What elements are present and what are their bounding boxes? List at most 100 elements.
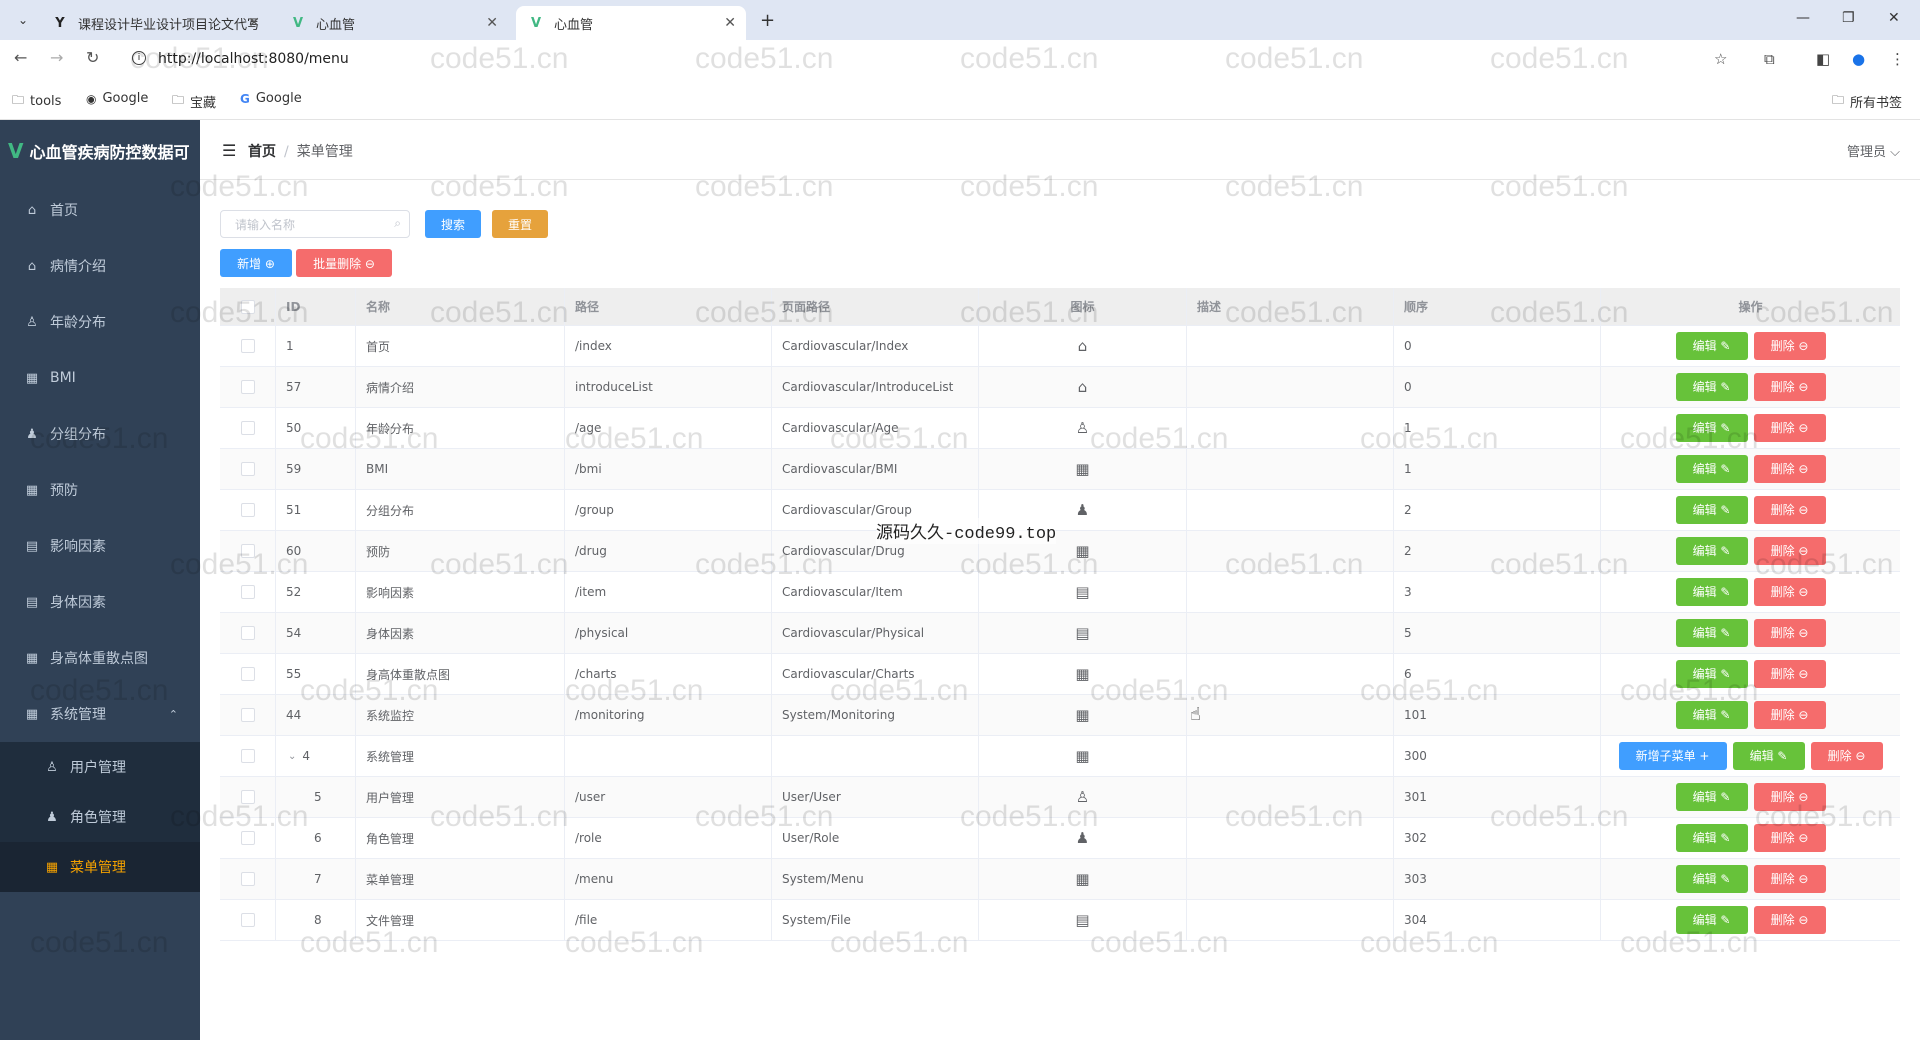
sidebar-item-age[interactable]: ♙ 年龄分布 [0, 294, 200, 350]
browser-tab-3[interactable]: V 心血管 ✕ [516, 6, 746, 40]
row-checkbox[interactable] [220, 859, 276, 899]
sidebar-item-system[interactable]: ▦ 系统管理 ⌃ [0, 686, 200, 742]
search-input[interactable]: 请输入名称 ⌕ [220, 210, 410, 238]
user-dropdown[interactable]: 管理员 ⌵ [1847, 141, 1900, 160]
batch-delete-button[interactable]: 批量删除 ⊖ [296, 249, 392, 277]
delete-button[interactable]: 删除 ⊖ [1753, 455, 1826, 483]
edit-button[interactable]: 编辑 ✎ [1675, 906, 1748, 934]
reload-icon[interactable]: ↻ [86, 48, 99, 67]
profile-icon[interactable]: ● [1852, 50, 1865, 68]
sidebar-item-intro[interactable]: ⌂ 病情介绍 [0, 238, 200, 294]
row-checkbox[interactable] [220, 572, 276, 612]
bookmark-google-1[interactable]: ◉ Google [86, 91, 148, 106]
new-tab-icon[interactable]: + [760, 10, 775, 31]
delete-button[interactable]: 删除 ⊖ [1753, 660, 1826, 688]
extensions-icon[interactable]: ⧉ [1764, 50, 1775, 68]
close-icon[interactable]: ✕ [724, 15, 736, 31]
row-checkbox[interactable] [220, 367, 276, 407]
more-menu-icon[interactable]: ⋮ [1890, 50, 1905, 68]
select-all-checkbox[interactable] [220, 288, 276, 325]
sidebar-subitem-roles[interactable]: ♟ 角色管理 [0, 792, 200, 842]
breadcrumb-home[interactable]: 首页 [248, 144, 276, 160]
hamburger-icon[interactable]: ☰ [222, 141, 236, 160]
edit-button[interactable]: 编辑 ✎ [1675, 783, 1748, 811]
delete-button[interactable]: 删除 ⊖ [1753, 619, 1826, 647]
delete-button[interactable]: 删除 ⊖ [1810, 742, 1883, 770]
delete-button[interactable]: 删除 ⊖ [1753, 906, 1826, 934]
delete-button[interactable]: 删除 ⊖ [1753, 332, 1826, 360]
row-checkbox[interactable] [220, 613, 276, 653]
row-checkbox[interactable] [220, 531, 276, 571]
sidebar-item-scatter[interactable]: ▦ 身高体重散点图 [0, 630, 200, 686]
edit-button[interactable]: 编辑 ✎ [1675, 701, 1748, 729]
edit-button[interactable]: 编辑 ✎ [1675, 537, 1748, 565]
restore-icon[interactable]: ❐ [1842, 10, 1855, 26]
browser-tab-1[interactable]: Y 课程设计毕业设计项目论文代写 ✕ [40, 6, 270, 40]
edit-button[interactable]: 编辑 ✎ [1675, 578, 1748, 606]
delete-button[interactable]: 删除 ⊖ [1753, 783, 1826, 811]
row-checkbox[interactable] [220, 900, 276, 940]
checkbox-box [240, 380, 255, 394]
all-bookmarks[interactable]: 🗀 所有书签 [1832, 91, 1902, 112]
sidebar-item-physical[interactable]: ▤ 身体因素 [0, 574, 200, 630]
sidebar-item-bmi[interactable]: ▦ BMI [0, 350, 200, 406]
bookmark-tools[interactable]: 🗀 tools [12, 91, 61, 112]
sidebar-item-prevention[interactable]: ▦ 预防 [0, 462, 200, 518]
sidebar-item-factors[interactable]: ▤ 影响因素 [0, 518, 200, 574]
row-checkbox[interactable] [220, 449, 276, 489]
reset-button[interactable]: 重置 [492, 210, 548, 238]
search-button[interactable]: 搜索 [425, 210, 481, 238]
row-checkbox[interactable] [220, 695, 276, 735]
edit-button[interactable]: 编辑 ✎ [1675, 373, 1748, 401]
expand-arrow-icon[interactable]: ⌄ [288, 751, 296, 762]
row-checkbox[interactable] [220, 818, 276, 858]
delete-button[interactable]: 删除 ⊖ [1753, 824, 1826, 852]
sidebar-subitem-menus[interactable]: ▦ 菜单管理 [0, 842, 200, 892]
cell-actions: 编辑 ✎ 删除 ⊖ [1601, 449, 1900, 489]
edit-button[interactable]: 编辑 ✎ [1675, 619, 1748, 647]
tab-search-icon[interactable]: ⌄ [12, 10, 34, 30]
table-row: 59 BMI/bmi Cardiovascular/BMI ▦ 1 编辑 ✎ 删除 ⊖ [220, 449, 1900, 490]
edit-button[interactable]: 编辑 ✎ [1732, 742, 1805, 770]
edit-button[interactable]: 编辑 ✎ [1675, 824, 1748, 852]
sidebar-item-group[interactable]: ♟ 分组分布 [0, 406, 200, 462]
edit-button[interactable]: 编辑 ✎ [1675, 496, 1748, 524]
row-checkbox[interactable] [220, 408, 276, 448]
bookmark-google-2[interactable]: G Google [240, 91, 302, 106]
delete-button[interactable]: 删除 ⊖ [1753, 865, 1826, 893]
sidepanel-icon[interactable]: ◧ [1816, 50, 1830, 68]
user-solid-icon: ♟ [1075, 829, 1090, 847]
delete-button[interactable]: 删除 ⊖ [1753, 578, 1826, 606]
site-info-icon[interactable]: i [132, 51, 146, 65]
window-close-icon[interactable]: ✕ [1888, 10, 1900, 26]
add-submenu-button[interactable]: 新增子菜单 + [1618, 742, 1727, 770]
row-checkbox[interactable] [220, 654, 276, 694]
row-checkbox[interactable] [220, 326, 276, 366]
add-button[interactable]: 新增 ⊕ [220, 249, 292, 277]
bookmark-star-icon[interactable]: ☆ [1714, 50, 1727, 68]
sidebar-subitem-users[interactable]: ♙ 用户管理 [0, 742, 200, 792]
edit-button[interactable]: 编辑 ✎ [1675, 455, 1748, 483]
close-icon[interactable]: ✕ [486, 15, 498, 31]
cell-id: 7 [314, 872, 322, 886]
minimize-icon[interactable]: — [1796, 10, 1810, 26]
edit-button[interactable]: 编辑 ✎ [1675, 865, 1748, 893]
browser-tab-2[interactable]: V 心血管 ✕ [278, 6, 508, 40]
close-icon[interactable]: ✕ [248, 15, 260, 31]
row-checkbox[interactable] [220, 777, 276, 817]
delete-button[interactable]: 删除 ⊖ [1753, 414, 1826, 442]
row-checkbox[interactable] [220, 736, 276, 776]
delete-button[interactable]: 删除 ⊖ [1753, 537, 1826, 565]
edit-button[interactable]: 编辑 ✎ [1675, 660, 1748, 688]
back-icon[interactable]: ← [14, 48, 27, 67]
edit-button[interactable]: 编辑 ✎ [1675, 414, 1748, 442]
delete-button[interactable]: 删除 ⊖ [1753, 373, 1826, 401]
delete-button[interactable]: 删除 ⊖ [1753, 701, 1826, 729]
sidebar-item-home[interactable]: ⌂ 首页 [0, 182, 200, 238]
row-checkbox[interactable] [220, 490, 276, 530]
delete-button[interactable]: 删除 ⊖ [1753, 496, 1826, 524]
edit-button[interactable]: 编辑 ✎ [1675, 332, 1748, 360]
url-field[interactable]: i http://localhost:8080/menu [122, 45, 1762, 73]
bookmark-treasure[interactable]: 🗀 宝藏 [172, 91, 216, 112]
forward-icon[interactable]: → [50, 48, 63, 67]
